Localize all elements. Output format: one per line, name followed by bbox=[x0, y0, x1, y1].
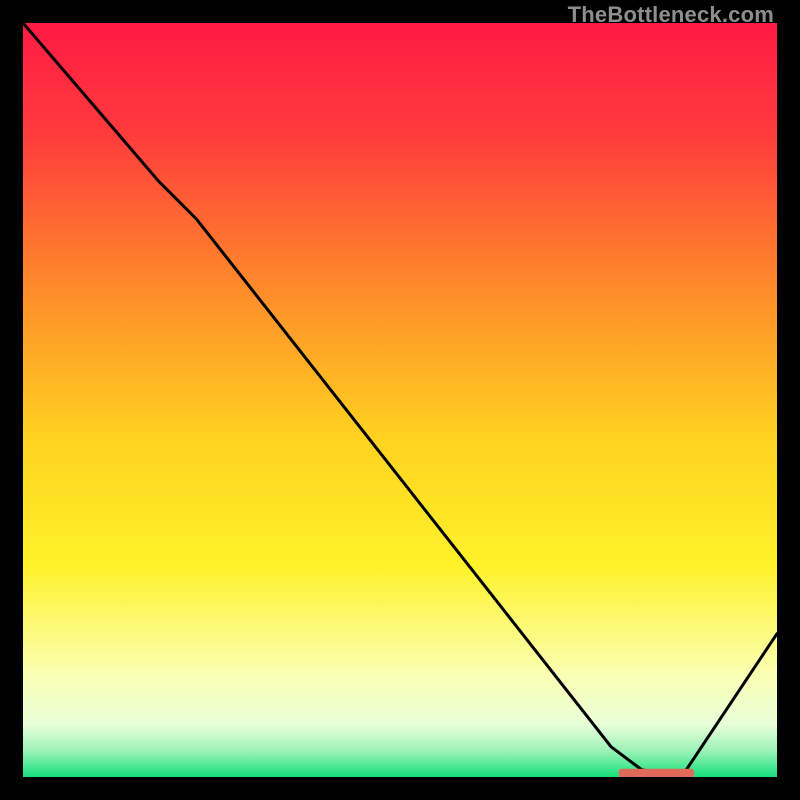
gradient-background bbox=[23, 23, 777, 777]
bottleneck-chart bbox=[23, 23, 777, 777]
optimal-marker bbox=[619, 769, 694, 777]
chart-area bbox=[23, 23, 777, 777]
